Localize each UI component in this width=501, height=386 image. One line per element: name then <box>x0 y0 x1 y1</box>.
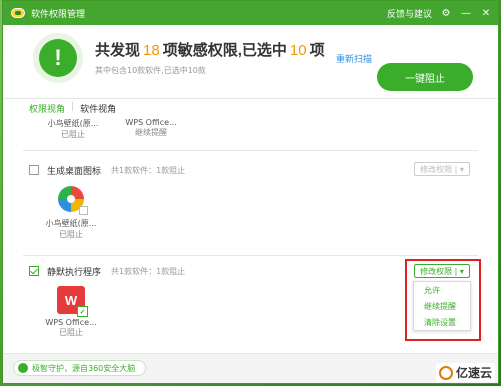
dropdown-option-remind[interactable]: 继续提醒 <box>414 298 470 314</box>
app-status: 已阻止 <box>59 230 83 239</box>
rescan-link[interactable]: 重新扫描 <box>336 52 372 65</box>
footer-bar: 极智守护，源自360安全大脑 <box>3 353 498 383</box>
close-button[interactable]: ✕ <box>480 7 492 19</box>
found-count: 18 <box>143 42 160 59</box>
window-title: 软件权限管理 <box>31 9 86 20</box>
modify-permission-button[interactable]: 修改权限 | ▾ <box>414 162 470 176</box>
dropdown-option-allow[interactable]: 允许 <box>414 282 470 298</box>
group-checkbox[interactable] <box>29 266 39 276</box>
minimize-button[interactable]: — <box>460 7 472 19</box>
group-checkbox[interactable] <box>29 165 39 175</box>
title-bar: 软件权限管理 反馈与建议 ⚙ — ✕ <box>3 1 498 25</box>
headline-prefix: 共发现 <box>95 42 141 59</box>
watermark-text: 亿速云 <box>455 366 492 380</box>
headline-middle: 项敏感权限,已选中 <box>162 42 287 59</box>
group-title: 生成桌面图标 <box>47 167 102 177</box>
watermark-logo-icon <box>438 365 453 380</box>
permission-group-desktop-icon: 生成桌面图标 共1款软件：1款阻止 修改权限 | ▾ 小鸟壁纸(原... 已阻止 <box>23 162 478 252</box>
divider <box>23 255 478 256</box>
app-status: 已阻止 <box>61 130 85 139</box>
app-name: WPS Office... <box>125 118 177 127</box>
group-title: 静默执行程序 <box>47 268 102 278</box>
list-item[interactable]: 小鸟壁纸(原... 已阻止 <box>43 118 103 140</box>
watermark: 亿速云 <box>435 363 495 382</box>
group-meta: 共1款软件：1款阻止 <box>111 166 186 175</box>
dropdown-option-clear[interactable]: 清除设置 <box>414 314 470 330</box>
tab-permission-view[interactable]: 权限视角 <box>29 102 65 115</box>
exclamation-shield-icon: ! <box>39 39 77 77</box>
list-item[interactable]: W ✓ WPS Office... 已阻止 <box>41 286 101 338</box>
app-name: 小鸟壁纸(原... <box>45 219 97 228</box>
guard-badge[interactable]: 极智守护，源自360安全大脑 <box>13 360 147 376</box>
wps-app-icon: W ✓ <box>57 286 88 317</box>
feedback-link[interactable]: 反馈与建议 <box>387 7 432 20</box>
scan-headline: 共发现 18 项敏感权限,已选中 10 项 <box>95 39 325 60</box>
gear-icon[interactable]: ⚙ <box>440 7 452 19</box>
list-item[interactable]: 小鸟壁纸(原... 已阻止 <box>41 186 101 240</box>
app-logo-icon <box>11 8 25 18</box>
app-name: 小鸟壁纸(原... <box>47 119 99 128</box>
app-status: 继续提醒 <box>135 128 167 137</box>
headline-suffix: 项 <box>309 42 325 59</box>
scan-subline: 其中包含10款软件,已选中10款 <box>95 66 206 75</box>
scan-summary-header: ! 共发现 18 项敏感权限,已选中 10 项 其中包含10款软件,已选中10款 重新扫… <box>3 25 498 99</box>
guard-text: 极智守护，源自360安全大脑 <box>32 363 136 373</box>
shield-icon <box>18 363 28 373</box>
app-status: 已阻止 <box>59 328 83 337</box>
app-checkbox[interactable] <box>79 206 88 215</box>
app-window: 软件权限管理 反馈与建议 ⚙ — ✕ ! 共发现 18 项敏感权限,已选中 10 项 其… <box>2 0 499 384</box>
tab-software-view[interactable]: 软件视角 <box>80 102 116 115</box>
permission-dropdown: 允许 继续提醒 清除设置 <box>413 281 471 331</box>
app-name: WPS Office... <box>45 318 97 327</box>
list-item[interactable]: WPS Office... 继续提醒 <box>121 118 181 140</box>
group-meta: 共1款软件：1款阻止 <box>111 267 186 276</box>
one-click-block-button[interactable]: 一键阻止 <box>377 63 473 91</box>
top-app-list: 小鸟壁纸(原... 已阻止 WPS Office... 继续提醒 <box>43 118 181 140</box>
status-shield: ! <box>33 33 83 83</box>
view-tabs: 权限视角 | 软件视角 <box>29 102 116 115</box>
tab-separator: | <box>71 102 75 112</box>
divider <box>23 150 478 151</box>
selected-count: 10 <box>289 42 307 59</box>
check-icon: ✓ <box>77 306 88 317</box>
